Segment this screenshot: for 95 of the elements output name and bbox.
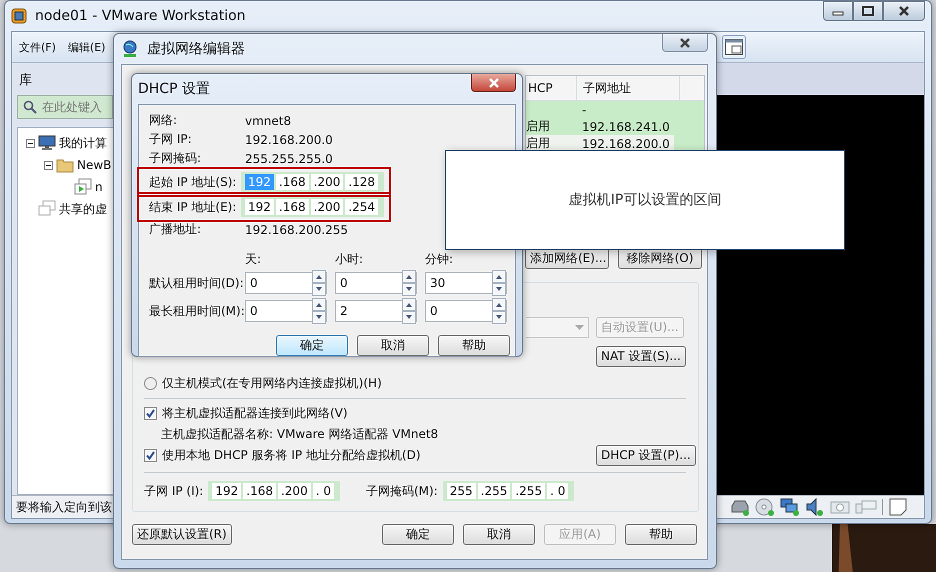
close-icon bbox=[486, 78, 500, 88]
network-icon[interactable] bbox=[780, 498, 800, 516]
field-label: 子网 IP (I): bbox=[144, 482, 204, 500]
table-cell: 启用 bbox=[526, 118, 550, 135]
spinner-arrows-icon[interactable] bbox=[492, 298, 506, 324]
collapse-icon[interactable] bbox=[44, 160, 53, 170]
tree-item[interactable]: NewB bbox=[77, 158, 112, 172]
field-label: 结束 IP 地址(E): bbox=[149, 198, 238, 216]
ip-field[interactable]: 192 .168 .200 .128 bbox=[241, 172, 384, 192]
spin-field[interactable]: 0 bbox=[245, 272, 327, 294]
spin-field[interactable]: 0 bbox=[335, 272, 417, 294]
folder-icon bbox=[56, 158, 74, 172]
ip-field[interactable]: 192 .168 .200 . 0 bbox=[208, 481, 340, 501]
note-icon[interactable] bbox=[888, 497, 908, 517]
button[interactable]: 帮助 bbox=[625, 524, 697, 545]
shared-machines-icon bbox=[38, 200, 56, 218]
field-label: 最长租用时间(M): bbox=[149, 302, 245, 320]
button[interactable]: 确定 bbox=[276, 335, 348, 356]
tree-item[interactable]: 共享的虚 bbox=[59, 200, 107, 218]
spin-field[interactable]: 0 bbox=[425, 300, 507, 322]
button[interactable]: 帮助 bbox=[438, 335, 510, 356]
radio-button[interactable] bbox=[144, 377, 157, 390]
column-label: 分钟: bbox=[425, 252, 454, 266]
caret-icon bbox=[575, 325, 584, 330]
menu-item[interactable]: 编辑(E) bbox=[64, 40, 108, 54]
adapter-name: 主机虚拟适配器名称: VMware 网络适配器 VMnet8 bbox=[161, 426, 440, 443]
spin-field[interactable]: 2 bbox=[335, 300, 417, 322]
field-label: 网络: bbox=[149, 112, 178, 129]
close-icon bbox=[678, 38, 692, 48]
field-label: 起始 IP 地址(S): bbox=[149, 174, 238, 190]
field-label: 默认租用时间(D): bbox=[149, 274, 245, 292]
window-title: 虚拟网络编辑器 bbox=[147, 40, 245, 58]
checkbox[interactable] bbox=[144, 407, 157, 420]
table-cell: 192.168.241.0 bbox=[582, 120, 670, 134]
button[interactable]: 还原默认设置(R) bbox=[132, 524, 232, 545]
field-value: 255.255.255.0 bbox=[245, 152, 333, 166]
virtual-machine-icon bbox=[74, 178, 92, 196]
dialog-title: DHCP 设置 bbox=[138, 80, 210, 98]
button[interactable]: 取消 bbox=[463, 524, 535, 545]
status-text: 要将输入定向到该 bbox=[15, 498, 112, 516]
button[interactable]: 添加网络(E)... bbox=[525, 248, 609, 269]
checkbox[interactable] bbox=[144, 449, 157, 462]
tree-item[interactable]: n bbox=[95, 180, 103, 194]
button[interactable]: 取消 bbox=[357, 335, 429, 356]
callout-text: 虚拟机IP可以设置的区间 bbox=[568, 191, 722, 209]
close-icon bbox=[898, 6, 910, 16]
field-label: 广播地址: bbox=[149, 221, 202, 238]
spin-field[interactable]: 30 bbox=[425, 272, 507, 294]
field-value: vmnet8 bbox=[245, 114, 292, 128]
tree-item[interactable]: 我的计算 bbox=[59, 134, 107, 152]
checkbox-label[interactable]: 使用本地 DHCP 服务将 IP 地址分配给虚拟机(D) bbox=[162, 447, 421, 464]
maximize-icon bbox=[862, 6, 874, 16]
menu-item[interactable]: 文件(F) bbox=[16, 40, 59, 54]
field-value: 192.168.200.255 bbox=[245, 222, 348, 236]
radio-label[interactable]: 仅主机模式(在专用网络内连接虚拟机)(H) bbox=[162, 375, 382, 392]
close-button[interactable] bbox=[662, 34, 708, 52]
ip-field[interactable]: 255 .255 .255 . 0 bbox=[442, 481, 574, 501]
spinner-arrows-icon[interactable] bbox=[402, 270, 416, 296]
minimize-button[interactable] bbox=[823, 1, 853, 21]
column-header[interactable]: 子网地址 bbox=[577, 76, 680, 100]
column-header[interactable]: HCP bbox=[526, 76, 577, 100]
disc-icon[interactable] bbox=[755, 498, 775, 516]
close-button[interactable] bbox=[883, 1, 925, 21]
table-cell: - bbox=[582, 102, 586, 116]
column-label: 小时: bbox=[335, 252, 364, 266]
button[interactable]: 移除网络(O) bbox=[618, 248, 702, 269]
hard-disk-icon[interactable] bbox=[730, 498, 750, 516]
spinner-arrows-icon[interactable] bbox=[402, 298, 416, 324]
app-icon bbox=[11, 8, 27, 24]
checkbox-label[interactable]: 将主机虚拟适配器连接到此网络(V) bbox=[162, 405, 348, 422]
field-value: 192.168.200.0 bbox=[245, 132, 333, 146]
button[interactable]: NAT 设置(S)... bbox=[596, 346, 686, 367]
globe-icon bbox=[121, 40, 139, 58]
field-label: 子网掩码(M): bbox=[366, 482, 438, 500]
search-icon bbox=[23, 100, 37, 114]
spinner-arrows-icon[interactable] bbox=[312, 270, 326, 296]
button[interactable]: 确定 bbox=[382, 524, 454, 545]
field-label: 子网 IP: bbox=[149, 131, 193, 148]
speaker-icon[interactable] bbox=[805, 498, 825, 516]
button[interactable]: DHCP 设置(P)... bbox=[596, 445, 696, 466]
table-cell: 192.168.200.0 bbox=[582, 136, 670, 150]
table-cell: 启用 bbox=[526, 135, 550, 152]
field-label: 子网掩码: bbox=[149, 150, 202, 167]
spin-field[interactable]: 0 bbox=[245, 300, 327, 322]
library-title: 库 bbox=[19, 72, 33, 89]
spinner-arrows-icon[interactable] bbox=[312, 298, 326, 324]
computer-icon bbox=[38, 135, 56, 151]
maximize-button[interactable] bbox=[853, 1, 883, 21]
ip-field[interactable]: 192 .168 .200 .254 bbox=[241, 197, 384, 217]
view-toggle-button[interactable] bbox=[722, 35, 746, 59]
column-label: 天: bbox=[245, 252, 262, 266]
spinner-arrows-icon[interactable] bbox=[492, 270, 506, 296]
collapse-icon[interactable] bbox=[26, 138, 35, 148]
window-title: node01 - VMware Workstation bbox=[35, 8, 246, 24]
close-button[interactable] bbox=[471, 74, 516, 92]
